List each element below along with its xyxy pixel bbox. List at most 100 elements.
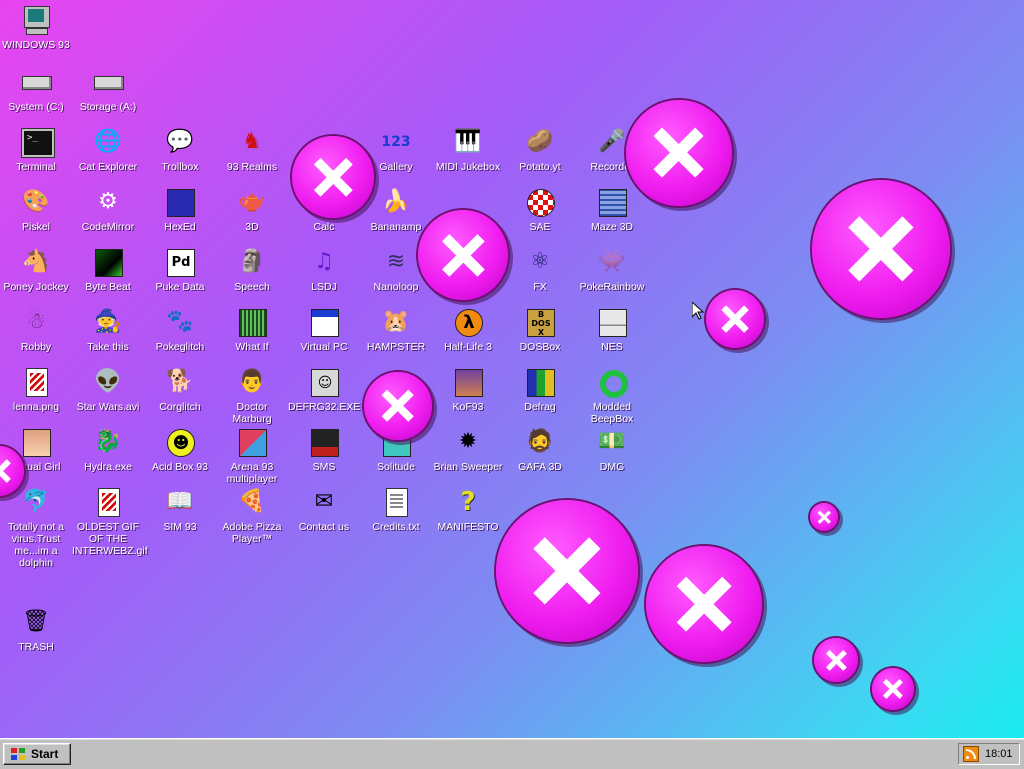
error-x-bubble[interactable] — [814, 638, 858, 682]
clock[interactable]: 18:01 — [985, 748, 1013, 760]
desktop-icon-hexed[interactable]: HexEd — [144, 186, 216, 233]
desktop-icon-sms[interactable]: SMS — [288, 426, 360, 473]
dragon-icon: 🐉 — [94, 429, 122, 454]
desktop-icon-93-realms[interactable]: ♞ 93 Realms — [216, 126, 288, 173]
guy-face-icon: 🧔 — [526, 429, 554, 454]
desktop-icon-virtual-pc[interactable]: Virtual PC — [288, 306, 360, 353]
desktop-icon-3d[interactable]: 🫖 3D — [216, 186, 288, 233]
pizza-icon: 🍕 — [238, 489, 266, 514]
desktop-icon-robby[interactable]: ☃ Robby — [0, 306, 72, 353]
desktop-icon-star-wars[interactable]: 👽 Star Wars.avi — [72, 366, 144, 413]
error-x-bubble[interactable] — [364, 372, 432, 440]
desktop-icon-kof93[interactable]: KoF93 — [432, 366, 504, 413]
desktop-icon-potato[interactable]: 🥔 Potato.yt — [504, 126, 576, 173]
desktop-icon-byte-beat[interactable]: Byte Beat — [72, 246, 144, 293]
desktop-icon-trollbox[interactable]: 💬 Trollbox — [144, 126, 216, 173]
desktop-icon-manifesto[interactable]: ? MANIFESTO — [432, 486, 504, 533]
desktop-icon-dosbox[interactable]: B DOS X DOSBox — [504, 306, 576, 353]
desktop-icon-trash[interactable]: 🗑 TRASH — [0, 606, 72, 653]
console-icon — [596, 306, 628, 338]
desktop-icon-storage-a[interactable]: Storage (A:) — [72, 66, 144, 113]
desktop-icon-midi-jukebox[interactable]: 🎹 MIDI Jukebox — [432, 126, 504, 173]
error-x-bubble[interactable] — [496, 500, 638, 642]
icon-label: SAE — [529, 221, 551, 233]
desktop-icon-dmg[interactable]: 💵 DMG — [576, 426, 648, 473]
start-label: Start — [31, 747, 59, 761]
icon-label: Arena 93 multiplayer — [226, 461, 278, 485]
icon-label: GAFA 3D — [518, 461, 562, 473]
desktop-icon-system-c[interactable]: System (C:) — [0, 66, 72, 113]
desktop-icon-dolphin[interactable]: 🐬 Totally not a virus.Trust me...im a do… — [0, 486, 72, 569]
banana-icon: 🍌 — [382, 189, 410, 214]
desktop-icon-what-if[interactable]: What If — [216, 306, 288, 353]
desktop-icon-take-this[interactable]: 🧙 Take this — [72, 306, 144, 353]
desktop-icon-pokerainbow[interactable]: 👾 PokeRainbow — [576, 246, 648, 293]
desktop-icon-bananamp[interactable]: 🍌 Bananamp — [360, 186, 432, 233]
icon-label: Calc — [313, 221, 335, 233]
icon-label: HexEd — [164, 221, 196, 233]
icon-label: Byte Beat — [85, 281, 131, 293]
desktop-icon-speech[interactable]: 🗿 Speech — [216, 246, 288, 293]
rss-feed-icon[interactable] — [963, 746, 979, 762]
desktop-icon-lenna[interactable]: lenna.png — [0, 366, 72, 413]
desktop-icon-cat-explorer[interactable]: 🌐 Cat Explorer — [72, 126, 144, 173]
desktop-icon-arena93[interactable]: Arena 93 multiplayer — [216, 426, 288, 485]
palette-icon: 🎨 — [22, 189, 50, 214]
desktop-icon-oldest-gif[interactable]: OLDEST GIF OF THE INTERWEBZ.gif — [72, 486, 148, 557]
desktop-icon-codemirror[interactable]: ⚙ CodeMirror — [72, 186, 144, 233]
desktop-icon-lsdj[interactable]: ♫ LSDJ — [288, 246, 360, 293]
desktop-icon-piskel[interactable]: 🎨 Piskel — [0, 186, 72, 233]
checkered-ball-icon — [524, 186, 556, 218]
pd-icon: Pd — [164, 246, 196, 278]
error-x-bubble[interactable] — [418, 210, 508, 300]
desktop-icon-nes[interactable]: NES — [576, 306, 648, 353]
desktop-icon-defrag[interactable]: Defrag — [504, 366, 576, 413]
error-x-bubble[interactable] — [626, 100, 732, 206]
desktop-icon-credits[interactable]: Credits.txt — [360, 486, 432, 533]
icon-label: Brian Sweeper — [433, 461, 503, 473]
error-x-bubble[interactable] — [872, 668, 914, 710]
globe-cat-icon: 🌐 — [94, 129, 122, 154]
desktop-icon-puke-data[interactable]: Pd Puke Data — [144, 246, 216, 293]
desktop-icon-adobe-pizza[interactable]: 🍕 Adobe Pizza Player™ — [216, 486, 288, 545]
gif-file-icon — [92, 486, 124, 518]
desktop-icon-sae[interactable]: SAE — [504, 186, 576, 233]
desktop-icon-acid-box[interactable]: ☻ Acid Box 93 — [144, 426, 216, 473]
desktop-icon-maze3d[interactable]: Maze 3D — [576, 186, 648, 233]
error-x-bubble[interactable] — [292, 136, 374, 218]
desktop-icon-hampster[interactable]: 🐹 HAMPSTER — [360, 306, 432, 353]
desktop-icon-modded-beepbox[interactable]: Modded BeepBox — [576, 366, 648, 425]
start-button[interactable]: Start — [3, 743, 71, 765]
desktop-icon-corglitch[interactable]: 🐕 Corglitch — [144, 366, 216, 413]
icon-label: Nanoloop — [373, 281, 419, 293]
desktop-icon-hydra[interactable]: 🐉 Hydra.exe — [72, 426, 144, 473]
desktop-icon-doctor-marburg[interactable]: 👨 Doctor Marburg — [216, 366, 288, 425]
desktop-icon-pokeglitch[interactable]: 🐾 Pokeglitch — [144, 306, 216, 353]
error-x-bubble[interactable] — [812, 180, 950, 318]
cube-icon — [164, 186, 196, 218]
desktop-icon-defrg32[interactable]: ☺ DEFRG32.EXE — [288, 366, 360, 413]
desktop-icon-terminal[interactable]: Terminal — [0, 126, 72, 173]
error-x-bubble[interactable] — [706, 290, 764, 348]
error-x-bubble[interactable] — [646, 546, 762, 662]
icon-label: HAMPSTER — [366, 341, 426, 353]
money-icon: 💵 — [598, 429, 626, 454]
close-x-icon — [825, 649, 847, 671]
maze-icon — [596, 186, 628, 218]
error-x-bubble[interactable] — [810, 503, 838, 531]
close-x-icon — [313, 157, 353, 197]
desktop-icon-gafa3d[interactable]: 🧔 GAFA 3D — [504, 426, 576, 473]
close-x-icon — [848, 216, 914, 282]
desktop-icon-half-life-3[interactable]: λ Half-Life 3 — [432, 306, 504, 353]
desktop-icon-windows93[interactable]: WINDOWS 93 — [0, 4, 72, 51]
desktop-icon-fx[interactable]: ⚛ FX — [504, 246, 576, 293]
desktop-icon-contact-us[interactable]: ✉ Contact us — [288, 486, 360, 533]
doctor-icon: 👨 — [238, 369, 266, 394]
desktop-icon-brian-sweeper[interactable]: ✹ Brian Sweeper — [432, 426, 504, 473]
desktop-icon-sim93[interactable]: 📖 SIM 93 — [144, 486, 216, 533]
icon-label: Take this — [87, 341, 129, 353]
desktop-icon-poney-jockey[interactable]: 🐴 Poney Jockey — [0, 246, 72, 293]
icon-label: Modded BeepBox — [590, 401, 634, 425]
icon-label: 3D — [245, 221, 259, 233]
lambda-icon: λ — [452, 306, 484, 338]
